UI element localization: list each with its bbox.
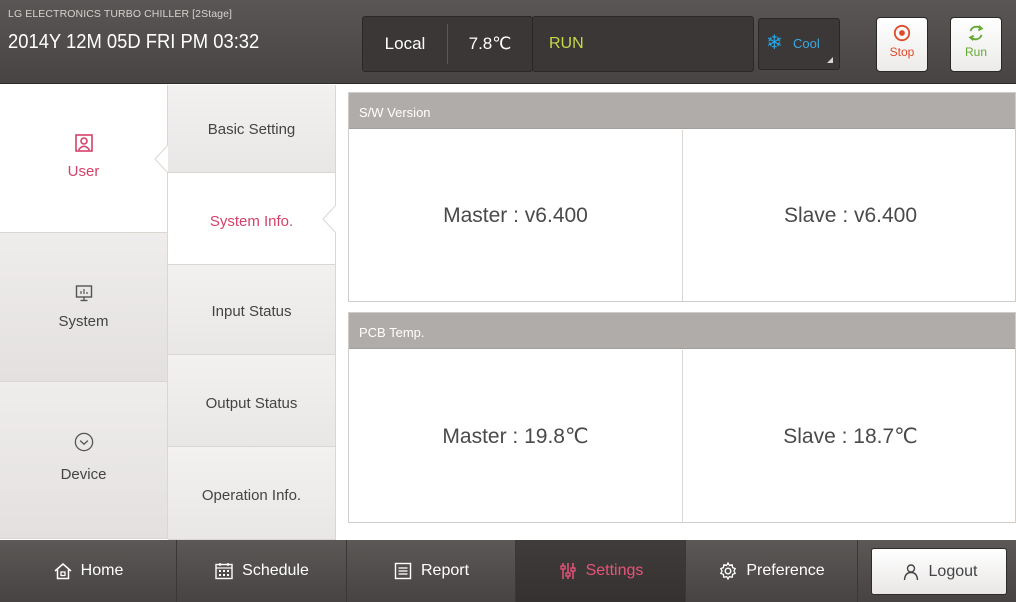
run-status-box: RUN <box>532 16 754 72</box>
nav-home[interactable]: Home <box>0 540 177 602</box>
nav-report[interactable]: Report <box>347 540 516 602</box>
nav-preference-label: Preference <box>746 562 825 579</box>
submenu-input-status[interactable]: Input Status <box>168 265 336 355</box>
nav-report-label: Report <box>420 562 470 579</box>
slave-version: Slave : v6.400 <box>783 203 918 227</box>
settings-icon <box>559 563 576 579</box>
chiller-screen: LG ELECTRONICS TURBO CHILLER [2Stage] 20… <box>0 0 1016 602</box>
category-system[interactable]: System <box>0 233 168 382</box>
active-pointer <box>322 205 336 233</box>
bottom-nav: Home Schedule Report Settings Preference… <box>0 540 1016 602</box>
cool-mode-label: Cool <box>793 36 820 51</box>
nav-home-label: Home <box>80 562 124 579</box>
user-icon <box>74 134 93 152</box>
user-icon <box>903 563 918 580</box>
stop-button[interactable]: Stop <box>876 17 928 72</box>
category-device-label: Device <box>60 466 107 483</box>
logout-label: Logout <box>928 562 978 580</box>
submenu-operation-info[interactable]: Operation Info. <box>168 447 336 540</box>
submenu-basic-setting[interactable]: Basic Setting <box>168 85 336 173</box>
header-bar: LG ELECTRONICS TURBO CHILLER [2Stage] 20… <box>0 0 1016 84</box>
mode-display: Local <box>384 34 426 53</box>
master-version: Master : v6.400 <box>349 130 683 301</box>
datetime-display: 2014Y 12M 05D FRI PM 03:32 <box>8 31 260 53</box>
category-user[interactable]: User <box>0 85 168 233</box>
content-area: S/W Version Master : v6.400 Slave : v6.4… <box>337 85 1016 540</box>
panel-title: PCB Temp. <box>349 313 1015 349</box>
run-button[interactable]: Run <box>950 17 1002 72</box>
snowflake-icon: ❄ <box>766 32 783 54</box>
nav-settings-label: Settings <box>585 562 644 579</box>
category-system-label: System <box>58 313 109 330</box>
submenu-system-info[interactable]: System Info. <box>168 173 336 265</box>
active-pointer <box>154 145 168 173</box>
check-circle-icon <box>74 432 93 452</box>
run-status-text: RUN <box>549 35 584 52</box>
report-icon <box>394 562 412 580</box>
water-temp-display: 7.8℃ <box>468 34 512 53</box>
submenu-output-status[interactable]: Output Status <box>168 355 336 447</box>
sw-version-panel: S/W Version Master : v6.400 Slave : v6.4… <box>348 92 1016 302</box>
submenu-label: System Info. <box>209 213 294 230</box>
logout-button[interactable]: Logout <box>871 548 1007 595</box>
calendar-icon <box>215 563 233 580</box>
submenu-label: Basic Setting <box>207 121 296 138</box>
refresh-icon <box>968 25 984 41</box>
monitor-icon <box>75 285 92 302</box>
master-pcb-temp: Master : 19.8℃ <box>349 350 683 522</box>
mode-temp-box: Local 7.8℃ <box>362 16 533 72</box>
stop-icon <box>893 24 911 42</box>
submenu-label: Output Status <box>205 395 298 412</box>
nav-schedule-label: Schedule <box>242 562 309 579</box>
run-label: Run <box>964 45 987 59</box>
category-device[interactable]: Device <box>0 382 168 539</box>
pcb-temp-panel: PCB Temp. Master : 19.8℃ Slave : 18.7℃ <box>348 312 1016 523</box>
gear-icon <box>720 561 737 581</box>
slave-pcb-temp: Slave : 18.7℃ <box>783 424 918 448</box>
home-icon <box>54 563 72 580</box>
stop-label: Stop <box>889 45 915 59</box>
category-user-label: User <box>67 163 100 180</box>
dropdown-corner-icon <box>827 57 833 63</box>
device-title: LG ELECTRONICS TURBO CHILLER [2Stage] <box>8 8 233 20</box>
nav-settings[interactable]: Settings <box>516 540 686 602</box>
cool-mode-button[interactable]: ❄ Cool <box>758 18 840 70</box>
submenu-label: Operation Info. <box>201 487 302 504</box>
submenu-label: Input Status <box>211 303 292 320</box>
nav-schedule[interactable]: Schedule <box>177 540 347 602</box>
panel-title: S/W Version <box>349 93 1015 129</box>
nav-preference[interactable]: Preference <box>686 540 858 602</box>
